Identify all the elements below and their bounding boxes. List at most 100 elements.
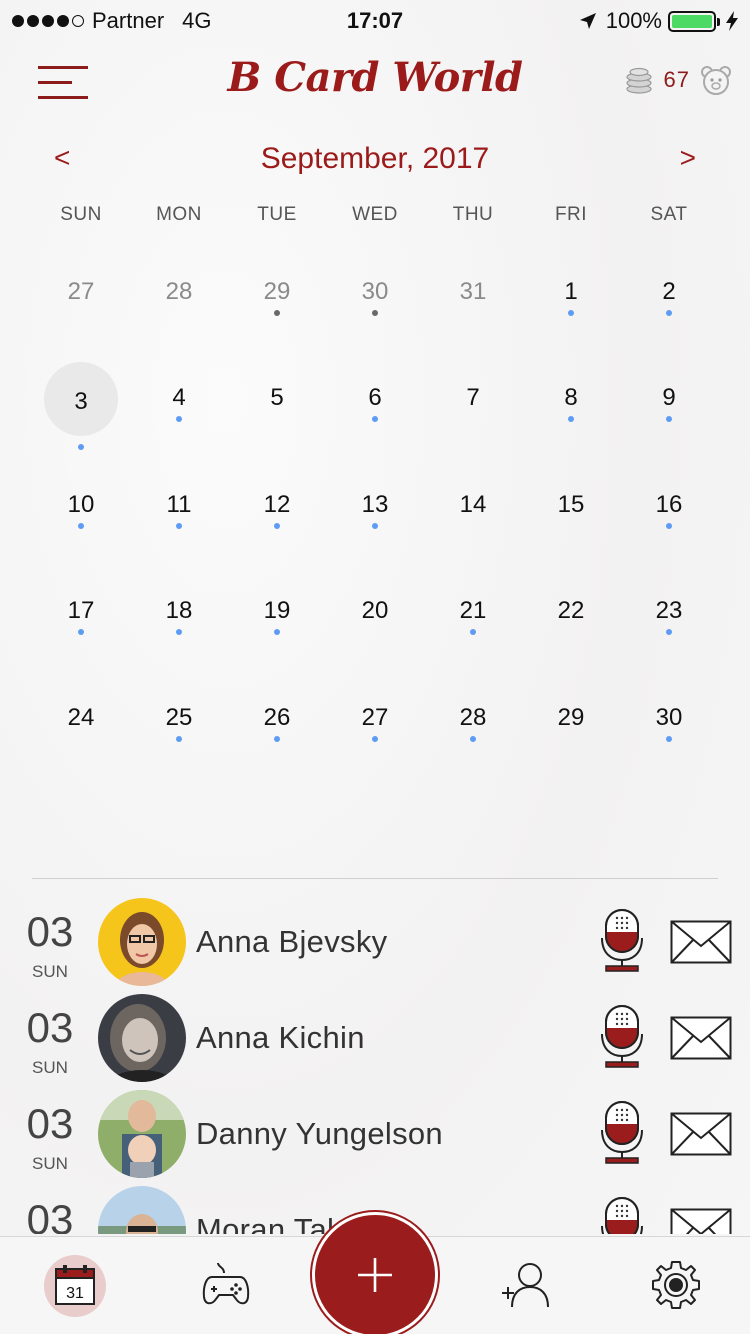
calendar-day[interactable]: 10 bbox=[32, 455, 130, 561]
event-row[interactable]: 03 SUN Anna Kichin bbox=[0, 992, 750, 1088]
day-number: 27 bbox=[361, 703, 389, 731]
day-number: 17 bbox=[67, 597, 95, 625]
avatar[interactable] bbox=[98, 1186, 186, 1234]
avatar[interactable] bbox=[98, 1090, 186, 1178]
tab-calendar[interactable]: 31 bbox=[43, 1253, 107, 1317]
calendar-day[interactable]: 26 bbox=[228, 668, 326, 774]
avatar[interactable] bbox=[98, 898, 186, 986]
event-weekday: SUN bbox=[32, 1058, 68, 1077]
calendar-day[interactable]: 20 bbox=[326, 561, 424, 667]
calendar-day[interactable]: 31 bbox=[424, 242, 522, 348]
envelope-icon[interactable] bbox=[670, 920, 732, 964]
event-day: 03 bbox=[26, 1196, 74, 1234]
calendar-day[interactable]: 15 bbox=[522, 455, 620, 561]
calendar-day[interactable]: 17 bbox=[32, 561, 130, 667]
event-weekday: SUN bbox=[32, 1154, 68, 1173]
contact-name: Danny Yungelson bbox=[196, 1116, 443, 1151]
calendar-day[interactable]: 6 bbox=[326, 348, 424, 454]
weekday-label: THU bbox=[452, 204, 494, 225]
event-indicator-dot bbox=[372, 310, 378, 316]
event-row[interactable]: 03 SUN Anna Bjevsky bbox=[0, 896, 750, 992]
calendar-day[interactable]: 23 bbox=[620, 561, 718, 667]
calendar-day[interactable]: 28 bbox=[130, 242, 228, 348]
day-number: 5 bbox=[270, 384, 284, 412]
calendar-grid: 27 28 29 30 31 1 2 3 4 5 6 7 8 9 10 11 12 13 14 15 16 17 18 19 2… bbox=[32, 242, 718, 774]
charging-bolt-icon bbox=[726, 11, 738, 31]
day-number: 28 bbox=[459, 703, 487, 731]
day-number: 7 bbox=[466, 384, 480, 412]
avatar[interactable] bbox=[98, 994, 186, 1082]
calendar-day[interactable]: 14 bbox=[424, 455, 522, 561]
calendar-day[interactable]: 9 bbox=[620, 348, 718, 454]
event-indicator-dot bbox=[666, 310, 672, 316]
weekday-label: SUN bbox=[60, 204, 102, 225]
tab-add-contact[interactable] bbox=[494, 1253, 558, 1317]
calendar-day[interactable]: 5 bbox=[228, 348, 326, 454]
calendar-day[interactable]: 4 bbox=[130, 348, 228, 454]
calendar-day[interactable]: 30 bbox=[620, 668, 718, 774]
calendar-day[interactable]: 19 bbox=[228, 561, 326, 667]
calendar-day[interactable]: 1 bbox=[522, 242, 620, 348]
day-number: 18 bbox=[165, 597, 193, 625]
calendar-day[interactable]: 16 bbox=[620, 455, 718, 561]
calendar-day[interactable]: 29 bbox=[228, 242, 326, 348]
settings-gear-icon bbox=[652, 1261, 700, 1309]
day-number: 30 bbox=[361, 278, 389, 305]
battery-level bbox=[672, 14, 712, 28]
calendar-day[interactable]: 27 bbox=[326, 668, 424, 774]
envelope-icon[interactable] bbox=[670, 1016, 732, 1060]
calendar-day[interactable]: 13 bbox=[326, 455, 424, 561]
battery-info: 100% bbox=[578, 8, 740, 34]
month-navigation: < September, 2017 > bbox=[0, 136, 750, 186]
tab-settings[interactable] bbox=[644, 1253, 708, 1317]
envelope-icon[interactable] bbox=[670, 1112, 732, 1156]
event-indicator-dot bbox=[470, 629, 476, 636]
event-indicator-dot bbox=[78, 522, 84, 529]
microphone-icon[interactable] bbox=[600, 908, 644, 972]
calendar-day[interactable]: 28 bbox=[424, 668, 522, 774]
calendar-day[interactable]: 11 bbox=[130, 455, 228, 561]
microphone-icon[interactable] bbox=[600, 1004, 644, 1068]
coins-balance[interactable]: 67 bbox=[624, 64, 732, 96]
location-arrow-icon bbox=[579, 13, 596, 29]
calendar-day[interactable]: 18 bbox=[130, 561, 228, 667]
calendar-day[interactable]: 2 bbox=[620, 242, 718, 348]
weekday-label: TUE bbox=[257, 204, 297, 225]
calendar-day[interactable]: 30 bbox=[326, 242, 424, 348]
add-event-button[interactable] bbox=[312, 1212, 438, 1334]
calendar-day-selected[interactable]: 3 bbox=[32, 348, 130, 454]
calendar-day[interactable]: 29 bbox=[522, 668, 620, 774]
event-indicator-dot bbox=[274, 735, 280, 742]
day-number: 27 bbox=[67, 278, 95, 305]
next-month-button[interactable]: > bbox=[680, 142, 696, 174]
day-number: 31 bbox=[459, 278, 487, 305]
battery-percent: 100% bbox=[605, 8, 662, 33]
calendar-day[interactable]: 12 bbox=[228, 455, 326, 561]
calendar-day[interactable]: 7 bbox=[424, 348, 522, 454]
microphone-icon[interactable] bbox=[600, 1196, 644, 1234]
calendar-day[interactable]: 22 bbox=[522, 561, 620, 667]
event-indicator-dot bbox=[78, 444, 84, 451]
calendar-icon: 31 bbox=[55, 1265, 95, 1305]
tab-games[interactable] bbox=[194, 1253, 258, 1317]
event-indicator-dot bbox=[372, 522, 378, 529]
day-number: 1 bbox=[564, 278, 578, 305]
calendar-day[interactable]: 25 bbox=[130, 668, 228, 774]
event-indicator-dot bbox=[176, 735, 182, 742]
microphone-icon[interactable] bbox=[600, 1100, 644, 1164]
calendar-day[interactable]: 8 bbox=[522, 348, 620, 454]
bear-icon[interactable] bbox=[700, 64, 732, 96]
calendar-day[interactable]: 21 bbox=[424, 561, 522, 667]
gamepad-icon bbox=[202, 1262, 250, 1305]
calendar-day[interactable]: 24 bbox=[32, 668, 130, 774]
calendar-day[interactable]: 27 bbox=[32, 242, 130, 348]
add-user-icon bbox=[502, 1263, 549, 1308]
event-row[interactable]: 03 SUN Danny Yungelson bbox=[0, 1088, 750, 1184]
day-number: 15 bbox=[557, 490, 585, 518]
envelope-icon[interactable] bbox=[670, 1208, 732, 1234]
day-number: 8 bbox=[564, 384, 578, 412]
contact-name: Moran Tal bbox=[196, 1212, 335, 1234]
plus-icon bbox=[358, 1258, 392, 1292]
event-indicator-dot bbox=[372, 735, 378, 742]
event-indicator-dot bbox=[666, 416, 672, 423]
